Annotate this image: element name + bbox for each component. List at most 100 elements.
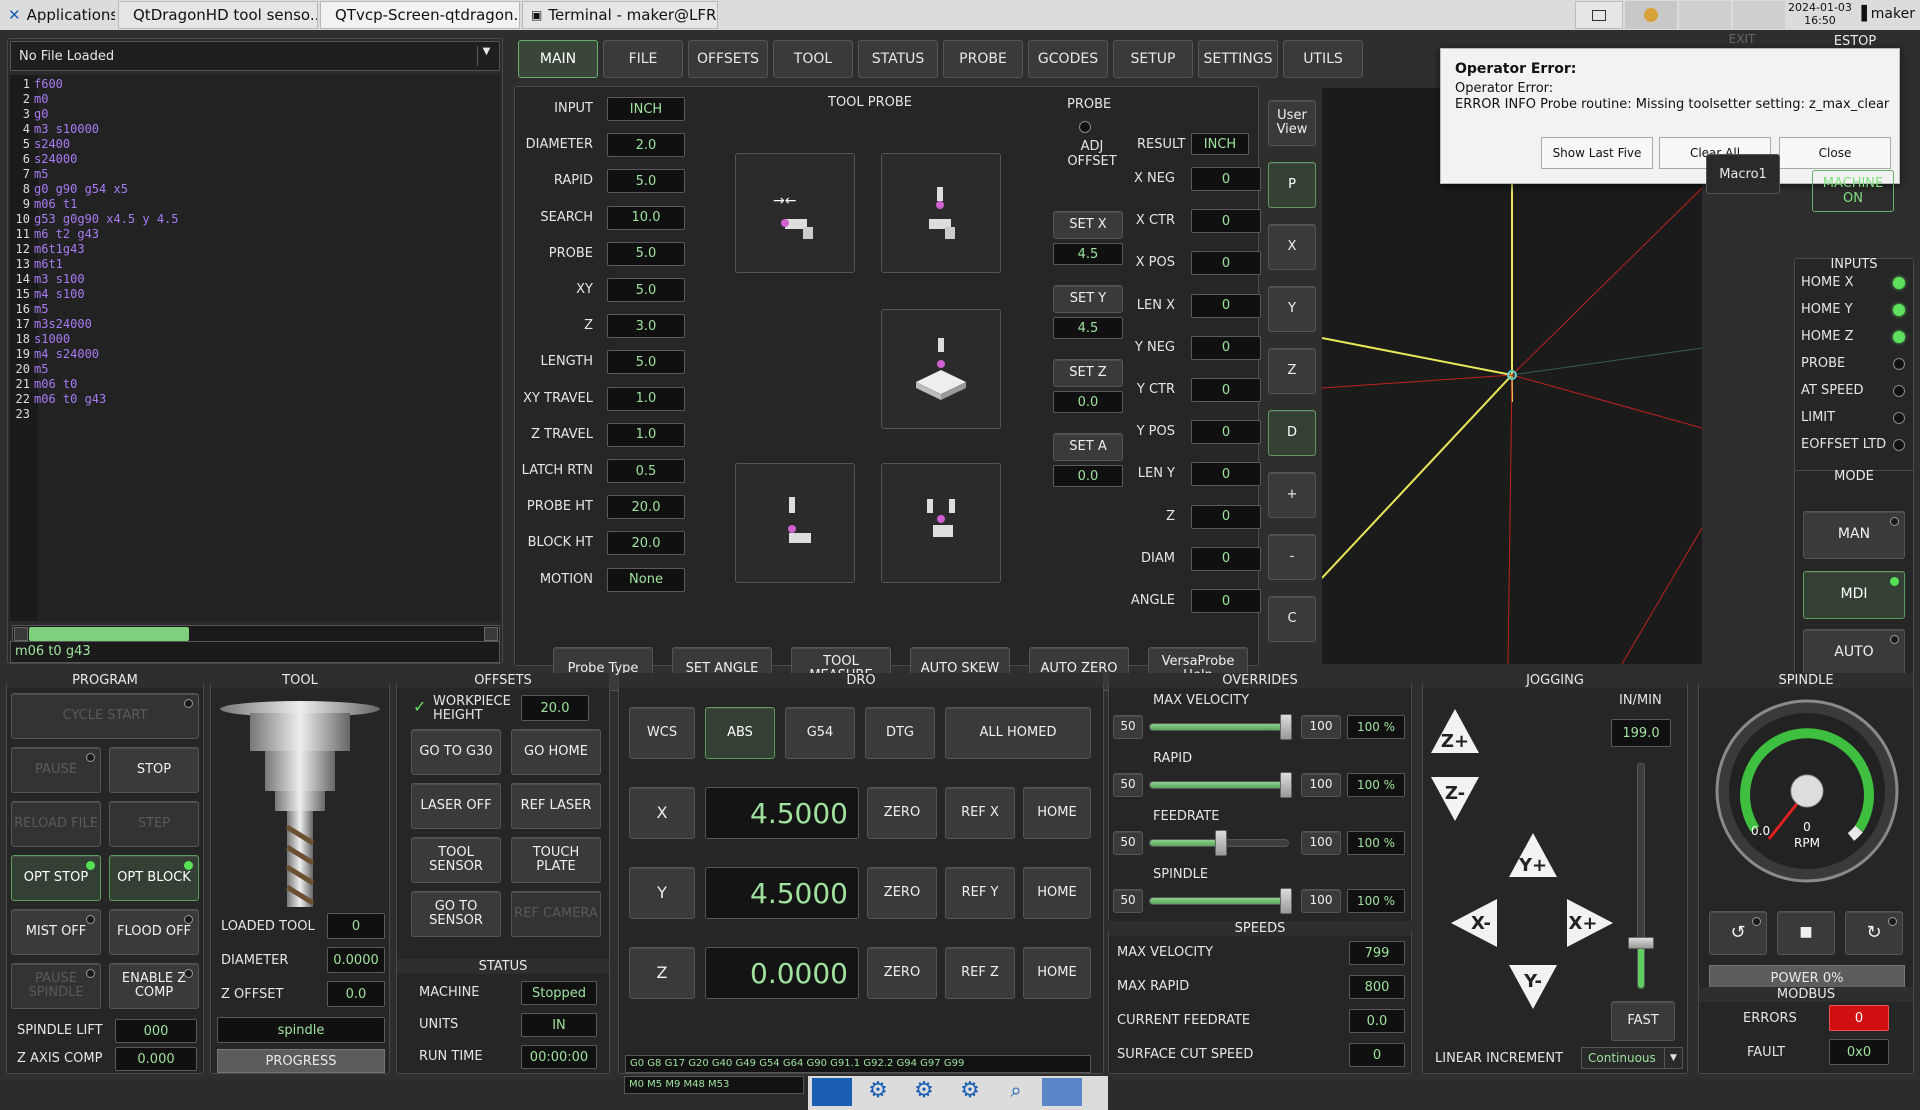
view-p-button[interactable]: P <box>1268 162 1316 208</box>
tab-gcodes[interactable]: GCODES <box>1028 40 1108 78</box>
probe-param-value[interactable]: 5.0 <box>607 278 685 302</box>
dro-zero-button[interactable]: ZERO <box>867 947 937 999</box>
user-indicator[interactable]: ▐ maker <box>1856 6 1915 22</box>
view--button[interactable]: + <box>1268 472 1316 518</box>
view-x-button[interactable]: X <box>1268 224 1316 270</box>
view--button[interactable]: - <box>1268 534 1316 580</box>
mdi-input[interactable]: m06 t0 g43 <box>10 641 500 663</box>
tool-sensor-button[interactable]: TOOL SENSOR <box>411 837 501 883</box>
tab-settings[interactable]: SETTINGS <box>1198 40 1278 78</box>
mode-auto-button[interactable]: AUTO <box>1803 629 1905 677</box>
dro-home-button[interactable]: HOME <box>1023 867 1091 919</box>
reload-file-button[interactable]: RELOAD FILE <box>11 801 101 847</box>
override-slider[interactable] <box>1149 714 1292 740</box>
view-c-button[interactable]: C <box>1268 596 1316 642</box>
probe-param-value[interactable]: 10.0 <box>607 205 685 230</box>
dro-home-button[interactable]: HOME <box>1023 787 1091 839</box>
set-axis-button[interactable]: SET Z <box>1053 359 1123 387</box>
dro-axis-label[interactable]: Z <box>629 947 695 999</box>
override-min-button[interactable]: 50 <box>1113 773 1143 797</box>
enable-z-comp-button[interactable]: ENABLE Z COMP <box>109 963 199 1009</box>
jog-x-minus-button[interactable]: X- <box>1447 895 1503 951</box>
set-axis-button[interactable]: SET A <box>1053 433 1123 461</box>
taskbar-window-terminal[interactable]: ▣ Terminal - maker@LFR: ... <box>522 1 718 29</box>
file-selector[interactable]: No File Loaded ▼ <box>10 41 500 71</box>
ref-laser-button[interactable]: REF LASER <box>511 783 601 829</box>
dro-axis-label[interactable]: Y <box>629 867 695 919</box>
set-axis-value[interactable]: 4.5 <box>1053 317 1123 339</box>
go-home-button[interactable]: GO HOME <box>511 729 601 775</box>
probe-param-value[interactable]: 5.0 <box>607 169 685 194</box>
touch-plate-button[interactable]: TOUCH PLATE <box>511 837 601 883</box>
spindle-cw-button[interactable]: ↻ <box>1845 911 1903 955</box>
gcode-editor[interactable]: 1 f600 2 m0 3 g0 4 m3 s10000 5 s2400 6 s24000 7 m5 8 g0… <box>10 75 500 621</box>
jog-z-minus-button[interactable]: Z- <box>1427 769 1483 825</box>
spindle-lift-value[interactable]: 000 <box>115 1019 197 1043</box>
exit-button[interactable]: EXIT <box>1710 32 1774 54</box>
mode-man-button[interactable]: MAN <box>1803 511 1905 559</box>
tab-probe[interactable]: PROBE <box>943 40 1023 78</box>
dro-zero-button[interactable]: ZERO <box>867 787 937 839</box>
machine-on-button[interactable]: MACHINE ON <box>1812 170 1894 212</box>
probe-z-button[interactable] <box>881 153 1001 273</box>
workpiece-height-value[interactable]: 20.0 <box>521 695 589 721</box>
dro-axis-label[interactable]: X <box>629 787 695 839</box>
jog-fast-button[interactable]: FAST <box>1611 1001 1675 1041</box>
jog-z-plus-button[interactable]: Z+ <box>1427 705 1483 761</box>
workspace-2[interactable] <box>1625 1 1677 29</box>
dro-ref-button[interactable]: REF Z <box>945 947 1015 999</box>
override-slider[interactable] <box>1149 830 1289 856</box>
tab-status[interactable]: STATUS <box>858 40 938 78</box>
taskbar-window-qtvcp[interactable]: QTvcp-Screen-qtdragon... <box>320 1 520 29</box>
jog-x-plus-button[interactable]: X+ <box>1561 895 1617 951</box>
set-axis-button[interactable]: SET X <box>1053 211 1123 239</box>
tab-file[interactable]: FILE <box>603 40 683 78</box>
override-min-button[interactable]: 50 <box>1113 831 1143 855</box>
view-y-button[interactable]: Y <box>1268 286 1316 332</box>
probe-param-value[interactable]: 2.0 <box>607 133 685 158</box>
mist-button[interactable]: MIST OFF <box>11 909 101 955</box>
desktop-icon[interactable] <box>812 1078 852 1106</box>
go-to-g30-button[interactable]: GO TO G30 <box>411 729 501 775</box>
go-to-sensor-button[interactable]: GO TO SENSOR <box>411 891 501 937</box>
probe-pocket-button[interactable] <box>881 463 1001 583</box>
override-slider-knob[interactable] <box>1280 714 1292 740</box>
override-max-button[interactable]: 100 <box>1301 715 1341 739</box>
tab-utils[interactable]: UTILS <box>1283 40 1363 78</box>
tab-offsets[interactable]: OFFSETS <box>688 40 768 78</box>
dro-ref-button[interactable]: REF X <box>945 787 1015 839</box>
probe-param-value[interactable]: 20.0 <box>607 495 685 520</box>
view-d-button[interactable]: D <box>1268 410 1316 456</box>
override-max-button[interactable]: 100 <box>1301 831 1341 855</box>
close-button[interactable]: Close <box>1779 137 1891 169</box>
step-button[interactable]: STEP <box>109 801 199 847</box>
probe-param-value[interactable]: 20.0 <box>607 531 685 556</box>
probe-block-button[interactable] <box>881 309 1001 429</box>
override-max-button[interactable]: 100 <box>1301 889 1341 913</box>
probe-x-button[interactable]: →← <box>735 153 855 273</box>
jog-rate-knob[interactable] <box>1628 937 1654 950</box>
override-min-button[interactable]: 50 <box>1113 715 1143 739</box>
opt-block-button[interactable]: OPT BLOCK <box>109 855 199 901</box>
probe-param-value[interactable]: 1.0 <box>607 422 685 447</box>
override-min-button[interactable]: 50 <box>1113 889 1143 913</box>
search-icon[interactable]: ⌕ <box>996 1078 1036 1106</box>
probe-param-value[interactable]: INCH <box>607 97 685 121</box>
workspace-1[interactable] <box>1575 1 1623 29</box>
view-userview-button[interactable]: User View <box>1268 100 1316 146</box>
jog-y-plus-button[interactable]: Y+ <box>1505 829 1561 885</box>
probe-length-button[interactable] <box>735 463 855 583</box>
dro-home-button[interactable]: HOME <box>1023 947 1091 999</box>
jog-y-minus-button[interactable]: Y- <box>1505 957 1561 1013</box>
linear-increment-select[interactable]: Continuous ▼ <box>1581 1047 1683 1069</box>
override-slider[interactable] <box>1149 888 1292 914</box>
ref-camera-button[interactable]: REF CAMERA <box>511 891 601 937</box>
set-axis-value[interactable]: 0.0 <box>1053 391 1123 413</box>
opt-stop-button[interactable]: OPT STOP <box>11 855 101 901</box>
gear-icon[interactable]: ⚙ <box>950 1078 990 1106</box>
override-slider[interactable] <box>1149 772 1292 798</box>
tab-setup[interactable]: SETUP <box>1113 40 1193 78</box>
set-axis-value[interactable]: 4.5 <box>1053 243 1123 265</box>
cycle-start-button[interactable]: CYCLE START <box>11 693 199 739</box>
flood-button[interactable]: FLOOD OFF <box>109 909 199 955</box>
